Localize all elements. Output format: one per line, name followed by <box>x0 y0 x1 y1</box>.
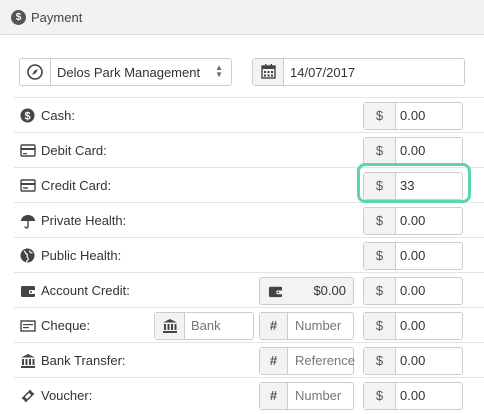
payment-row-cheque: Cheque: Bank # Number $ 0.00 <box>14 307 484 342</box>
payment-row-private-health: Private Health: $ 0.00 <box>14 202 484 237</box>
balance-value: $0.00 <box>313 283 346 298</box>
provider-select-value: Delos Park Management <box>57 65 201 80</box>
account-credit-amount-field[interactable]: $ 0.00 <box>363 277 463 305</box>
dollar-circle-icon: $ <box>20 108 36 123</box>
bank-placeholder: Bank <box>191 318 221 333</box>
amount-value: 0.00 <box>400 213 426 228</box>
payment-row-bank-transfer: Bank Transfer: # Reference $ 0.00 <box>14 342 484 377</box>
calendar-icon <box>253 59 284 85</box>
focus-highlight-ring <box>357 163 471 203</box>
row-label: Cash: <box>41 108 75 123</box>
amount-value: 0.00 <box>400 248 426 263</box>
credit-card-icon <box>20 178 36 193</box>
bank-icon <box>155 313 185 339</box>
provider-select[interactable]: Delos Park Management ▲ ▼ <box>19 58 232 86</box>
dollar-circle-icon: $ <box>11 10 26 25</box>
amount-value: 0.00 <box>400 353 426 368</box>
compass-icon <box>20 59 51 85</box>
umbrella-icon <box>20 213 36 229</box>
currency-prefix: $ <box>364 383 396 409</box>
svg-text:$: $ <box>24 111 30 123</box>
voucher-number-field[interactable]: # Number <box>259 382 354 410</box>
ticket-icon <box>20 388 36 403</box>
wallet-icon <box>20 283 36 298</box>
cheque-amount-field[interactable]: $ 0.00 <box>363 312 463 340</box>
currency-prefix: $ <box>364 243 396 269</box>
amount-value: 0.00 <box>400 108 426 123</box>
bank-transfer-reference-field[interactable]: # Reference <box>259 347 355 375</box>
hash-prefix: # <box>260 383 288 409</box>
amount-value: 0.00 <box>400 143 426 158</box>
row-label: Bank Transfer: <box>41 353 126 368</box>
row-label: Private Health: <box>41 213 127 228</box>
cheque-icon <box>20 318 36 333</box>
date-value: 14/07/2017 <box>290 65 356 80</box>
cheque-number-field[interactable]: # Number <box>259 312 354 340</box>
amount-value: 0.00 <box>400 388 426 403</box>
payment-row-public-health: Public Health: $ 0.00 <box>14 237 484 272</box>
row-label: Debit Card: <box>41 143 107 158</box>
debit-card-amount-field[interactable]: $ 0.00 <box>363 137 463 165</box>
page-title: Payment <box>31 10 83 25</box>
row-label: Cheque: <box>41 318 91 333</box>
row-label: Account Credit: <box>41 283 130 298</box>
currency-prefix: $ <box>364 208 396 234</box>
currency-prefix: $ <box>364 103 396 129</box>
number-placeholder: Number <box>295 318 342 333</box>
private-health-amount-field[interactable]: $ 0.00 <box>363 207 463 235</box>
wallet-icon <box>260 278 292 304</box>
number-placeholder: Number <box>295 388 342 403</box>
row-label: Credit Card: <box>41 178 112 193</box>
payment-row-debit-card: Debit Card: $ 0.00 <box>14 132 484 167</box>
select-caret-icon: ▲ ▼ <box>215 63 223 79</box>
currency-prefix: $ <box>364 313 396 339</box>
cash-amount-field[interactable]: $ 0.00 <box>363 102 463 130</box>
account-credit-balance: $0.00 <box>259 277 354 305</box>
payment-row-voucher: Voucher: # Number $ 0.00 <box>14 377 484 412</box>
hash-prefix: # <box>260 348 288 374</box>
payment-row-cash: $ Cash: $ 0.00 <box>14 97 484 132</box>
public-health-amount-field[interactable]: $ 0.00 <box>363 242 463 270</box>
card-icon <box>20 143 36 158</box>
reference-placeholder: Reference <box>295 353 355 368</box>
date-field[interactable]: 14/07/2017 <box>252 58 465 86</box>
bank-transfer-amount-field[interactable]: $ 0.00 <box>363 347 463 375</box>
currency-prefix: $ <box>364 348 396 374</box>
bank-icon <box>20 353 36 368</box>
amount-value: 0.00 <box>400 318 426 333</box>
row-label: Voucher: <box>41 388 93 403</box>
amount-value: 0.00 <box>400 283 426 298</box>
row-label: Public Health: <box>41 248 122 263</box>
voucher-amount-field[interactable]: $ 0.00 <box>363 382 463 410</box>
hash-prefix: # <box>260 313 288 339</box>
payment-header: $ Payment <box>0 0 484 35</box>
cheque-bank-field[interactable]: Bank <box>154 312 254 340</box>
currency-prefix: $ <box>364 138 396 164</box>
globe-icon <box>20 248 36 263</box>
currency-prefix: $ <box>364 278 396 304</box>
payment-row-account-credit: Account Credit: $0.00 $ 0.00 <box>14 272 484 307</box>
